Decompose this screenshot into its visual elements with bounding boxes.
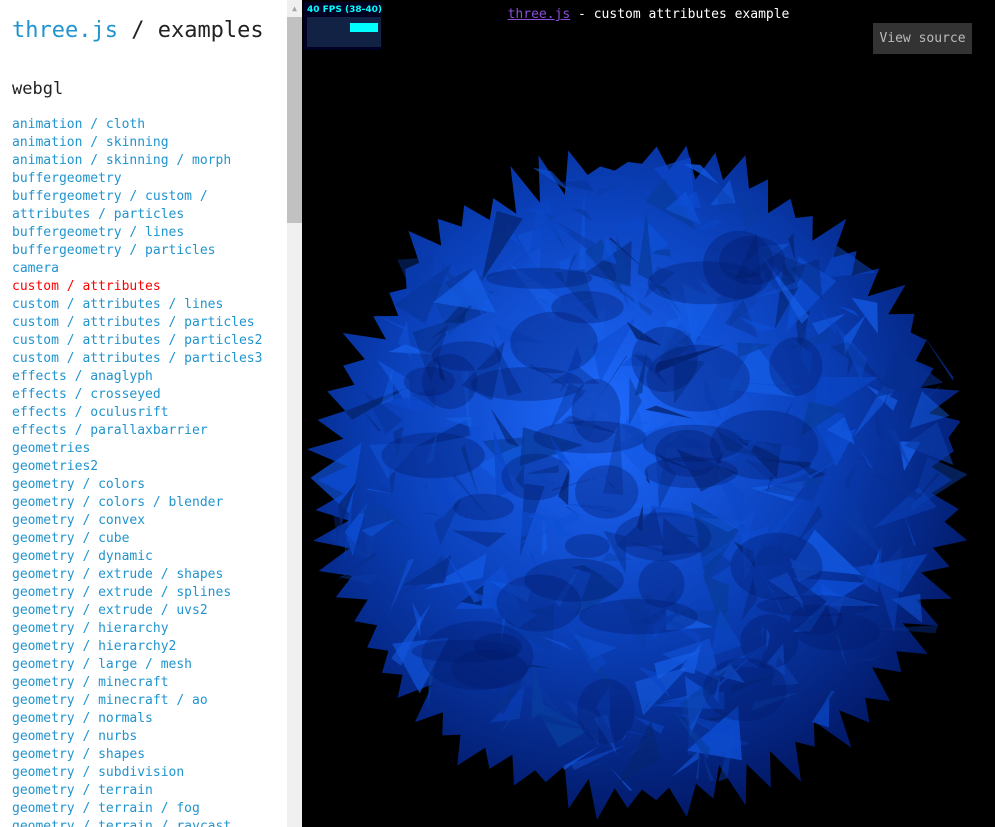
example-link[interactable]: effects / crosseyed — [12, 386, 282, 404]
shadow-patch — [579, 599, 698, 635]
fps-graph-bar — [350, 23, 378, 32]
example-link[interactable]: geometry / extrude / shapes — [12, 566, 282, 584]
example-link[interactable]: geometry / terrain / fog — [12, 800, 282, 818]
example-link[interactable]: custom / attributes / particles — [12, 314, 282, 332]
example-link[interactable]: effects / parallaxbarrier — [12, 422, 282, 440]
scrollbar-thumb[interactable] — [287, 17, 302, 223]
fps-stats-panel[interactable]: 40 FPS (38-40) — [304, 2, 382, 50]
example-link[interactable]: geometry / subdivision — [12, 764, 282, 782]
example-link[interactable]: geometries2 — [12, 458, 282, 476]
example-link[interactable]: custom / attributes / particles2 — [12, 332, 282, 350]
example-link[interactable]: geometry / normals — [12, 710, 282, 728]
shadow-patch — [421, 621, 534, 691]
example-link[interactable]: geometry / minecraft — [12, 674, 282, 692]
example-link[interactable]: geometries — [12, 440, 282, 458]
webgl-viewport[interactable]: three.js - custom attributes example 40 … — [302, 0, 995, 827]
examples-panel: three.js / examples webgl animation / cl… — [0, 0, 287, 827]
view-source-button[interactable]: View source — [873, 23, 972, 54]
scroll-up-icon[interactable]: ▲ — [287, 0, 302, 17]
example-link[interactable]: geometry / dynamic — [12, 548, 282, 566]
fps-graph — [307, 17, 381, 47]
shadow-patch — [381, 432, 485, 479]
example-link[interactable]: animation / skinning / morph — [12, 152, 282, 170]
fps-readout: 40 FPS (38-40) — [307, 5, 383, 15]
shadow-patch — [524, 558, 624, 602]
shadow-patch — [730, 532, 823, 600]
example-link[interactable]: geometry / shapes — [12, 746, 282, 764]
spiky-sphere-render — [307, 145, 968, 820]
info-text: - custom attributes example — [570, 7, 790, 22]
shadow-patch — [577, 678, 635, 744]
shadow-patch — [703, 230, 774, 300]
info-bar: three.js - custom attributes example — [302, 7, 995, 22]
example-link[interactable]: buffergeometry / custom / — [12, 188, 282, 206]
section-title: webgl — [12, 79, 64, 99]
example-link[interactable]: geometry / extrude / splines — [12, 584, 282, 602]
page-title: three.js / examples — [12, 18, 264, 43]
shadow-patch — [551, 291, 624, 324]
example-link[interactable]: animation / cloth — [12, 116, 282, 134]
example-link[interactable]: geometry / large / mesh — [12, 656, 282, 674]
example-link[interactable]: buffergeometry / lines — [12, 224, 282, 242]
brand-link[interactable]: three.js — [12, 18, 118, 43]
example-link[interactable]: geometry / terrain / raycast — [12, 818, 282, 827]
sphere-silhouette — [307, 145, 968, 820]
example-link[interactable]: geometry / colors / blender — [12, 494, 282, 512]
example-link[interactable]: effects / anaglyph — [12, 368, 282, 386]
shadow-patch — [644, 456, 739, 488]
shadow-patch — [471, 367, 584, 401]
shadow-patch — [486, 267, 593, 289]
shadow-patch — [756, 595, 874, 617]
shadow-patch — [501, 453, 570, 501]
example-link[interactable]: geometry / extrude / uvs2 — [12, 602, 282, 620]
threejs-link[interactable]: three.js — [508, 7, 571, 22]
shadow-patch — [564, 534, 610, 558]
example-link[interactable]: custom / attributes / particles3 — [12, 350, 282, 368]
example-link[interactable]: custom / attributes — [12, 278, 282, 296]
panel-scrollbar[interactable]: ▲ — [287, 0, 302, 827]
example-link[interactable]: geometry / cube — [12, 530, 282, 548]
example-list: animation / cloth animation / skinning ani… — [12, 116, 282, 827]
example-link[interactable]: geometry / hierarchy2 — [12, 638, 282, 656]
shadow-patch — [638, 560, 685, 608]
example-link[interactable]: effects / oculusrift — [12, 404, 282, 422]
page-title-rest: / examples — [117, 18, 264, 43]
example-link[interactable]: buffergeometry / particles — [12, 242, 282, 260]
shadow-patch — [453, 493, 514, 521]
example-link[interactable]: custom / attributes / lines — [12, 296, 282, 314]
example-link[interactable]: geometry / colors — [12, 476, 282, 494]
shadow-patch — [431, 341, 502, 371]
example-link[interactable]: geometry / convex — [12, 512, 282, 530]
shadow-patch — [575, 465, 639, 519]
example-link[interactable]: animation / skinning — [12, 134, 282, 152]
example-link[interactable]: buffergeometry — [12, 170, 282, 188]
example-link[interactable]: camera — [12, 260, 282, 278]
example-link[interactable]: geometry / minecraft / ao — [12, 692, 282, 710]
example-link[interactable]: attributes / particles — [12, 206, 282, 224]
example-link[interactable]: geometry / nurbs — [12, 728, 282, 746]
example-link[interactable]: geometry / terrain — [12, 782, 282, 800]
shadow-patch — [646, 344, 750, 412]
shadow-patch — [703, 657, 787, 722]
shadow-patch — [769, 337, 823, 396]
example-link[interactable]: geometry / hierarchy — [12, 620, 282, 638]
shadow-patch — [403, 366, 455, 397]
shadow-patch — [615, 512, 712, 562]
